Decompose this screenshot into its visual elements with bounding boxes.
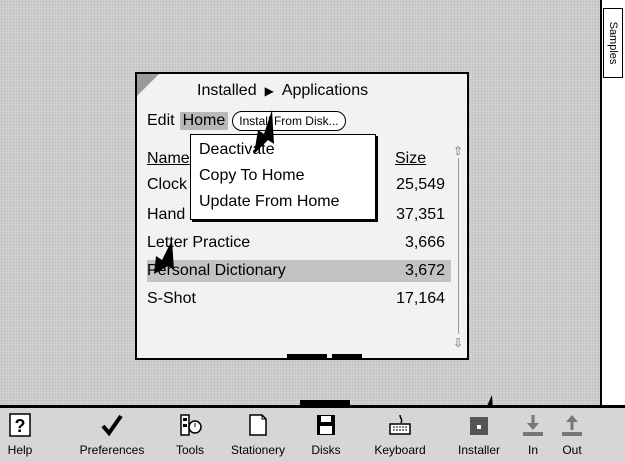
dock-item-keyboard[interactable]: Keyboard [362, 408, 438, 462]
list-item[interactable]: Letter Practice 3,666 [147, 232, 451, 254]
cursor-arrow-icon [154, 240, 174, 274]
dock-label: Keyboard [374, 443, 426, 457]
app-size: 3,672 [404, 262, 445, 279]
dock-label: In [527, 443, 538, 457]
window-bottom-bar [332, 354, 362, 358]
in-tray-icon [519, 412, 547, 438]
window-bottom-bar [287, 354, 327, 358]
svg-text:?: ? [15, 416, 26, 436]
keyboard-icon [386, 412, 414, 438]
scroll-up-icon[interactable]: ⇧ [453, 144, 463, 158]
menubar: Edit Home Install From Disk... [143, 110, 346, 132]
scroll-down-icon[interactable]: ⇩ [453, 336, 463, 350]
app-name: S-Shot [147, 290, 196, 307]
dock-label: Preferences [79, 443, 145, 457]
title-separator-icon: ▶ [264, 84, 274, 98]
list-item-selected[interactable]: Personal Dictionary 3,672 [147, 260, 451, 282]
dock-item-tools[interactable]: Tools [170, 408, 210, 462]
menu-item-update-from-home[interactable]: Update From Home [199, 193, 340, 211]
dock-item-stationery[interactable]: Stationery [224, 408, 292, 462]
window-title: Installed ▶ Applications [197, 80, 467, 102]
dock-item-preferences[interactable]: Preferences [66, 408, 158, 462]
disk-icon [312, 412, 340, 438]
dock-label: Tools [175, 443, 204, 457]
tools-icon [176, 412, 204, 438]
home-menu-dropdown: Deactivate Copy To Home Update From Home [190, 134, 376, 220]
dock-label: Out [562, 443, 582, 457]
title-applications[interactable]: Applications [282, 82, 368, 100]
menu-edit[interactable]: Edit [143, 112, 180, 130]
dock-item-installer[interactable]: Installer [448, 408, 510, 462]
app-size: 37,351 [396, 206, 445, 223]
app-size: 17,164 [396, 290, 445, 307]
samples-tab-label: Samples [607, 21, 619, 65]
column-header-name[interactable]: Name [147, 150, 190, 168]
menu-home[interactable]: Home [179, 112, 229, 130]
dock-label: Help [7, 443, 33, 457]
dock-label: Disks [311, 443, 341, 457]
list-item[interactable]: S-Shot 17,164 [147, 288, 451, 310]
samples-tab[interactable]: Samples [603, 8, 623, 78]
app-name: Hand [147, 206, 186, 223]
dock-item-disks[interactable]: Disks [306, 408, 346, 462]
scroll-track[interactable] [458, 158, 459, 334]
menu-item-copy-to-home[interactable]: Copy To Home [199, 167, 305, 185]
app-name: Clock [147, 176, 188, 193]
window-fold-corner[interactable] [137, 74, 159, 96]
column-header-size[interactable]: Size [395, 150, 455, 168]
cursor-arrow-icon [254, 110, 274, 154]
dock-tab-line [300, 400, 350, 406]
dock-label: Stationery [230, 443, 286, 457]
dock-item-out[interactable]: Out [556, 408, 588, 462]
app-size: 3,666 [404, 234, 445, 251]
checkmark-icon [98, 412, 126, 438]
dock-item-help[interactable]: ? Help [2, 408, 38, 462]
stationery-icon [244, 412, 272, 438]
installer-icon [465, 412, 493, 438]
app-size: 25,549 [396, 176, 445, 193]
title-installed[interactable]: Installed [197, 82, 257, 100]
dock: ? Help Preferences Tools Stationery Disk… [0, 408, 625, 462]
question-icon: ? [6, 412, 34, 438]
dock-item-in[interactable]: In [518, 408, 548, 462]
out-tray-icon [558, 412, 586, 438]
install-from-disk-button[interactable]: Install From Disk... [232, 111, 346, 131]
dock-label: Installer [457, 443, 501, 457]
scrollbar[interactable]: ⇧ ⇩ [453, 144, 463, 350]
